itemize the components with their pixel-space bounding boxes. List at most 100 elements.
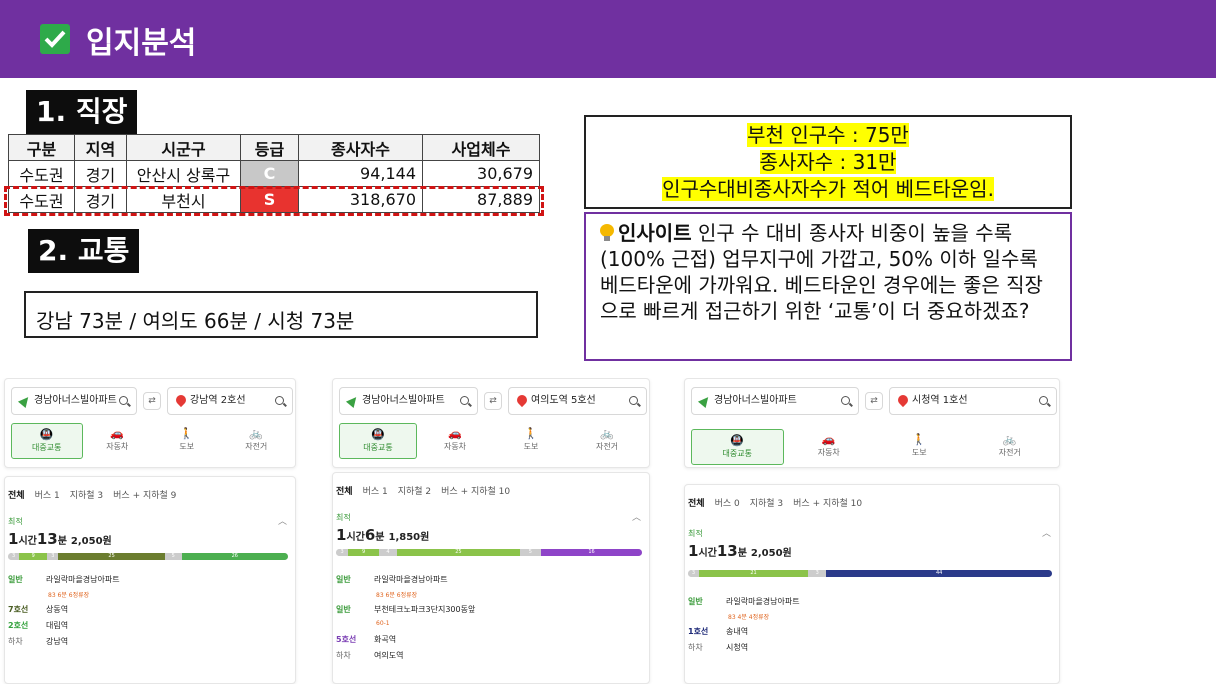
chevron-up-icon[interactable]: ︿	[278, 514, 287, 527]
step-station: 라일락마을경남아파트	[374, 575, 448, 584]
transport-mode-tabs: 🚇 대중교통 🚗 자동차 🚶 도보 🚲 자전거	[11, 423, 291, 459]
filter-tab[interactable]: 전체	[688, 496, 705, 509]
timeline-segment: 21	[698, 570, 809, 577]
filter-tab[interactable]: 버스 + 지하철 10	[793, 496, 862, 509]
mode-tab-0[interactable]: 🚇 대중교통	[691, 429, 784, 465]
route-timeline-bar: 3 21 3 44	[688, 570, 1052, 577]
mode-label: 자동차	[443, 442, 467, 451]
step-station: 여의도역	[374, 651, 404, 660]
filter-tab[interactable]: 지하철 2	[398, 484, 431, 497]
chevron-up-icon[interactable]: ︿	[1042, 526, 1051, 539]
search-icon[interactable]	[841, 396, 850, 405]
mode-tab-3[interactable]: 🚲 자전거	[222, 423, 292, 459]
commute-text: 강남 73분 / 여의도 66분 / 시청 73분	[36, 309, 355, 333]
section-label-job: 1. 직장	[26, 90, 138, 134]
destination-input[interactable]: 여의도역 5호선	[508, 387, 647, 415]
mode-tab-1[interactable]: 🚗 자동차	[83, 423, 153, 459]
walk-icon: 🚶	[912, 433, 927, 446]
destination-input[interactable]: 시청역 1호선	[889, 387, 1057, 415]
step-station: 라일락마을경남아파트	[46, 575, 120, 584]
grade-badge: C	[240, 160, 299, 187]
step-station: 화곡역	[374, 635, 397, 644]
search-icon[interactable]	[275, 396, 284, 405]
mode-label: 도보	[911, 448, 927, 457]
swap-icon[interactable]: ⇄	[143, 392, 161, 410]
filter-tab[interactable]: 버스 1	[35, 488, 60, 501]
best-route-label: 최적	[8, 517, 23, 526]
section-label-traffic: 2. 교통	[28, 229, 140, 273]
cell: 30,679	[422, 160, 540, 187]
filter-tab[interactable]: 버스 + 지하철 9	[113, 488, 176, 501]
transport-mode-tabs: 🚇 대중교통 🚗 자동차 🚶 도보 🚲 자전거	[339, 423, 645, 459]
search-icon[interactable]	[119, 396, 128, 405]
filter-tab[interactable]: 버스 + 지하철 10	[441, 484, 510, 497]
route-step: 일반 라일락마을경남아파트	[8, 574, 120, 585]
step-line-tag: 일반	[336, 605, 351, 614]
col-header: 등급	[240, 134, 299, 161]
timeline-segment: 9	[348, 549, 379, 556]
mode-tab-3[interactable]: 🚲 자전거	[965, 429, 1056, 465]
filter-tab[interactable]: 전체	[336, 484, 353, 497]
walk-icon: 🚶	[179, 427, 194, 440]
mode-label: 자전거	[998, 448, 1021, 457]
chevron-up-icon[interactable]: ︿	[632, 510, 641, 523]
route-timeline-bar: 3 9 3 25 5 26	[8, 553, 288, 560]
mode-label: 도보	[523, 442, 539, 451]
filter-tab[interactable]: 버스 0	[715, 496, 740, 509]
mode-tab-2[interactable]: 🚶 도보	[874, 429, 965, 465]
mode-tab-3[interactable]: 🚲 자전거	[569, 423, 645, 459]
route-step: 하차 강남역	[8, 636, 68, 647]
origin-input[interactable]: 경남아너스빌아파트	[691, 387, 859, 415]
timeline-segment: 3	[336, 549, 349, 556]
bus-icon: 🚇	[39, 428, 54, 441]
workers-line: 종사자수 : 31만	[759, 150, 897, 174]
travel-time: 1시간13분 2,050원	[8, 530, 112, 548]
filter-tab[interactable]: 버스 1	[363, 484, 388, 497]
mode-label: 자전거	[595, 442, 619, 451]
time-fare: 1,850원	[388, 532, 430, 543]
mode-tab-1[interactable]: 🚗 자동차	[417, 423, 493, 459]
mode-label: 자동차	[106, 442, 129, 451]
time-minute_unit: 분	[375, 532, 385, 543]
walk-icon: 🚶	[524, 427, 538, 440]
filter-tab[interactable]: 전체	[8, 488, 25, 501]
insight-title: 인사이트	[618, 221, 692, 245]
time-hour_unit: 시간	[18, 536, 37, 547]
origin-input[interactable]: 경남아너스빌아파트	[339, 387, 478, 415]
step-station: 시청역	[726, 643, 749, 652]
mode-tab-0[interactable]: 🚇 대중교통	[339, 423, 417, 459]
population-box: 부천 인구수 : 75만 종사자수 : 31만 인구수대비종사자수가 적어 베드…	[584, 115, 1072, 209]
mode-tab-0[interactable]: 🚇 대중교통	[11, 423, 83, 459]
step-line-tag: 하차	[8, 637, 23, 646]
bike-icon: 🚲	[249, 427, 264, 440]
population-line: 부천 인구수 : 75만	[747, 123, 909, 147]
origin-input[interactable]: 경남아너스빌아파트	[11, 387, 137, 415]
mode-tab-2[interactable]: 🚶 도보	[493, 423, 569, 459]
location-arrow-icon	[17, 393, 33, 409]
step-detail: 60-1	[376, 620, 390, 627]
step-station: 대림역	[46, 621, 69, 630]
col-header: 지역	[74, 134, 127, 161]
search-icon[interactable]	[629, 396, 638, 405]
timeline-segment: 3	[47, 553, 59, 560]
search-card: 경남아너스빌아파트 ⇄ 강남역 2호선 🚇 대중교통 🚗 자동차 🚶 도보 🚲 자전거	[4, 378, 296, 468]
col-header: 사업체수	[422, 134, 540, 161]
destination-input[interactable]: 강남역 2호선	[167, 387, 293, 415]
mode-tab-2[interactable]: 🚶 도보	[152, 423, 222, 459]
step-station: 라일락마을경남아파트	[726, 597, 800, 606]
search-icon[interactable]	[1039, 396, 1048, 405]
travel-time: 1시간13분 2,050원	[688, 542, 792, 560]
search-icon[interactable]	[460, 396, 469, 405]
mode-tab-1[interactable]: 🚗 자동차	[784, 429, 875, 465]
table-row: 수도권 경기 안산시 상록구 C 94,144 30,679	[8, 160, 540, 187]
swap-icon[interactable]: ⇄	[484, 392, 502, 410]
swap-icon[interactable]: ⇄	[865, 392, 883, 410]
origin-text: 경남아너스빌아파트	[714, 395, 797, 406]
route-step: 일반 부천테크노파크3단지300동앞	[336, 604, 475, 615]
timeline-segment: 4	[378, 549, 398, 556]
search-card: 경남아너스빌아파트 ⇄ 여의도역 5호선 🚇 대중교통 🚗 자동차 🚶 도보 🚲 자전거	[332, 378, 650, 468]
filter-tab[interactable]: 지하철 3	[70, 488, 103, 501]
insight-box: 인사이트 인구 수 대비 종사자 비중이 높을 수록(100% 근접) 업무지구…	[584, 212, 1072, 361]
filter-tab[interactable]: 지하철 3	[750, 496, 783, 509]
commute-summary: 강남 73분 / 여의도 66분 / 시청 73분	[24, 291, 538, 338]
